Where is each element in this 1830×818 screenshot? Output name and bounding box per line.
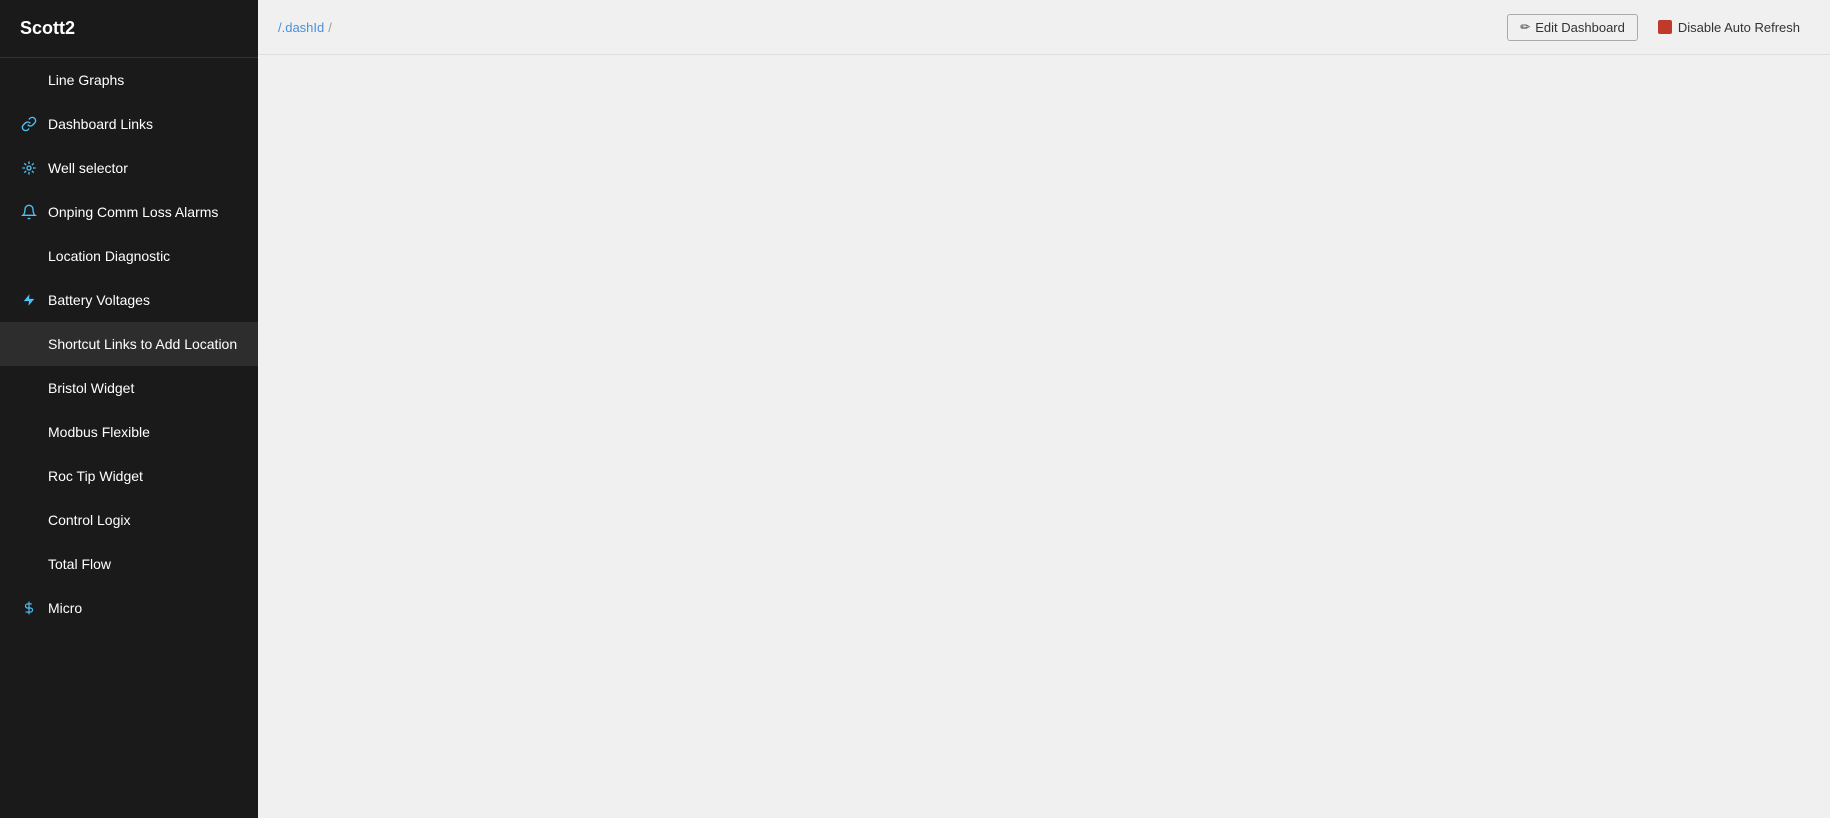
sidebar-item-well-selector[interactable]: Well selector [0, 146, 258, 190]
disable-refresh-button[interactable]: Disable Auto Refresh [1648, 15, 1810, 40]
sidebar-item-label: Micro [48, 600, 82, 616]
edit-dashboard-label: Edit Dashboard [1535, 20, 1625, 35]
sidebar: Scott2 Line Graphs Dashboard Links Well … [0, 0, 258, 818]
sidebar-item-label: Roc Tip Widget [48, 468, 143, 484]
app-title: Scott2 [0, 0, 258, 58]
bell-icon [20, 204, 38, 220]
sidebar-item-line-graphs[interactable]: Line Graphs [0, 58, 258, 102]
sidebar-item-label: Battery Voltages [48, 292, 150, 308]
refresh-status-indicator [1658, 20, 1672, 34]
sidebar-item-label: Well selector [48, 160, 128, 176]
sidebar-item-shortcut-links[interactable]: Shortcut Links to Add Location [0, 322, 258, 366]
sidebar-item-onping-comm-loss[interactable]: Onping Comm Loss Alarms [0, 190, 258, 234]
sidebar-item-label: Control Logix [48, 512, 131, 528]
sidebar-item-battery-voltages[interactable]: Battery Voltages [0, 278, 258, 322]
disable-refresh-label: Disable Auto Refresh [1678, 20, 1800, 35]
sidebar-item-modbus-flexible[interactable]: Modbus Flexible [0, 410, 258, 454]
well-icon [20, 160, 38, 176]
sidebar-item-label: Line Graphs [48, 72, 124, 88]
bolt-icon [20, 292, 38, 308]
edit-dashboard-button[interactable]: ✏ Edit Dashboard [1507, 14, 1638, 41]
sidebar-item-label: Bristol Widget [48, 380, 134, 396]
sidebar-item-label: Modbus Flexible [48, 424, 150, 440]
sidebar-item-dashboard-links[interactable]: Dashboard Links [0, 102, 258, 146]
sidebar-item-location-diagnostic[interactable]: Location Diagnostic [0, 234, 258, 278]
sidebar-item-micro[interactable]: Micro [0, 586, 258, 630]
sidebar-item-label: Shortcut Links to Add Location [48, 336, 237, 352]
sidebar-item-label: Location Diagnostic [48, 248, 170, 264]
breadcrumb: /.dashId / [278, 20, 332, 35]
main-content: /.dashId / ✏ Edit Dashboard Disable Auto… [258, 0, 1830, 818]
sidebar-item-roc-tip-widget[interactable]: Roc Tip Widget [0, 454, 258, 498]
micro-icon [20, 600, 38, 616]
topbar-actions: ✏ Edit Dashboard Disable Auto Refresh [1507, 14, 1810, 41]
sidebar-item-total-flow[interactable]: Total Flow [0, 542, 258, 586]
sidebar-item-control-logix[interactable]: Control Logix [0, 498, 258, 542]
sidebar-item-label: Total Flow [48, 556, 111, 572]
pencil-icon: ✏ [1520, 20, 1530, 34]
sidebar-item-label: Dashboard Links [48, 116, 153, 132]
breadcrumb-separator: / [328, 20, 332, 35]
sidebar-item-label: Onping Comm Loss Alarms [48, 204, 218, 220]
topbar: /.dashId / ✏ Edit Dashboard Disable Auto… [258, 0, 1830, 55]
sidebar-item-bristol-widget[interactable]: Bristol Widget [0, 366, 258, 410]
dashboard-area [258, 55, 1830, 818]
breadcrumb-link[interactable]: /.dashId [278, 20, 324, 35]
link-icon [20, 116, 38, 132]
